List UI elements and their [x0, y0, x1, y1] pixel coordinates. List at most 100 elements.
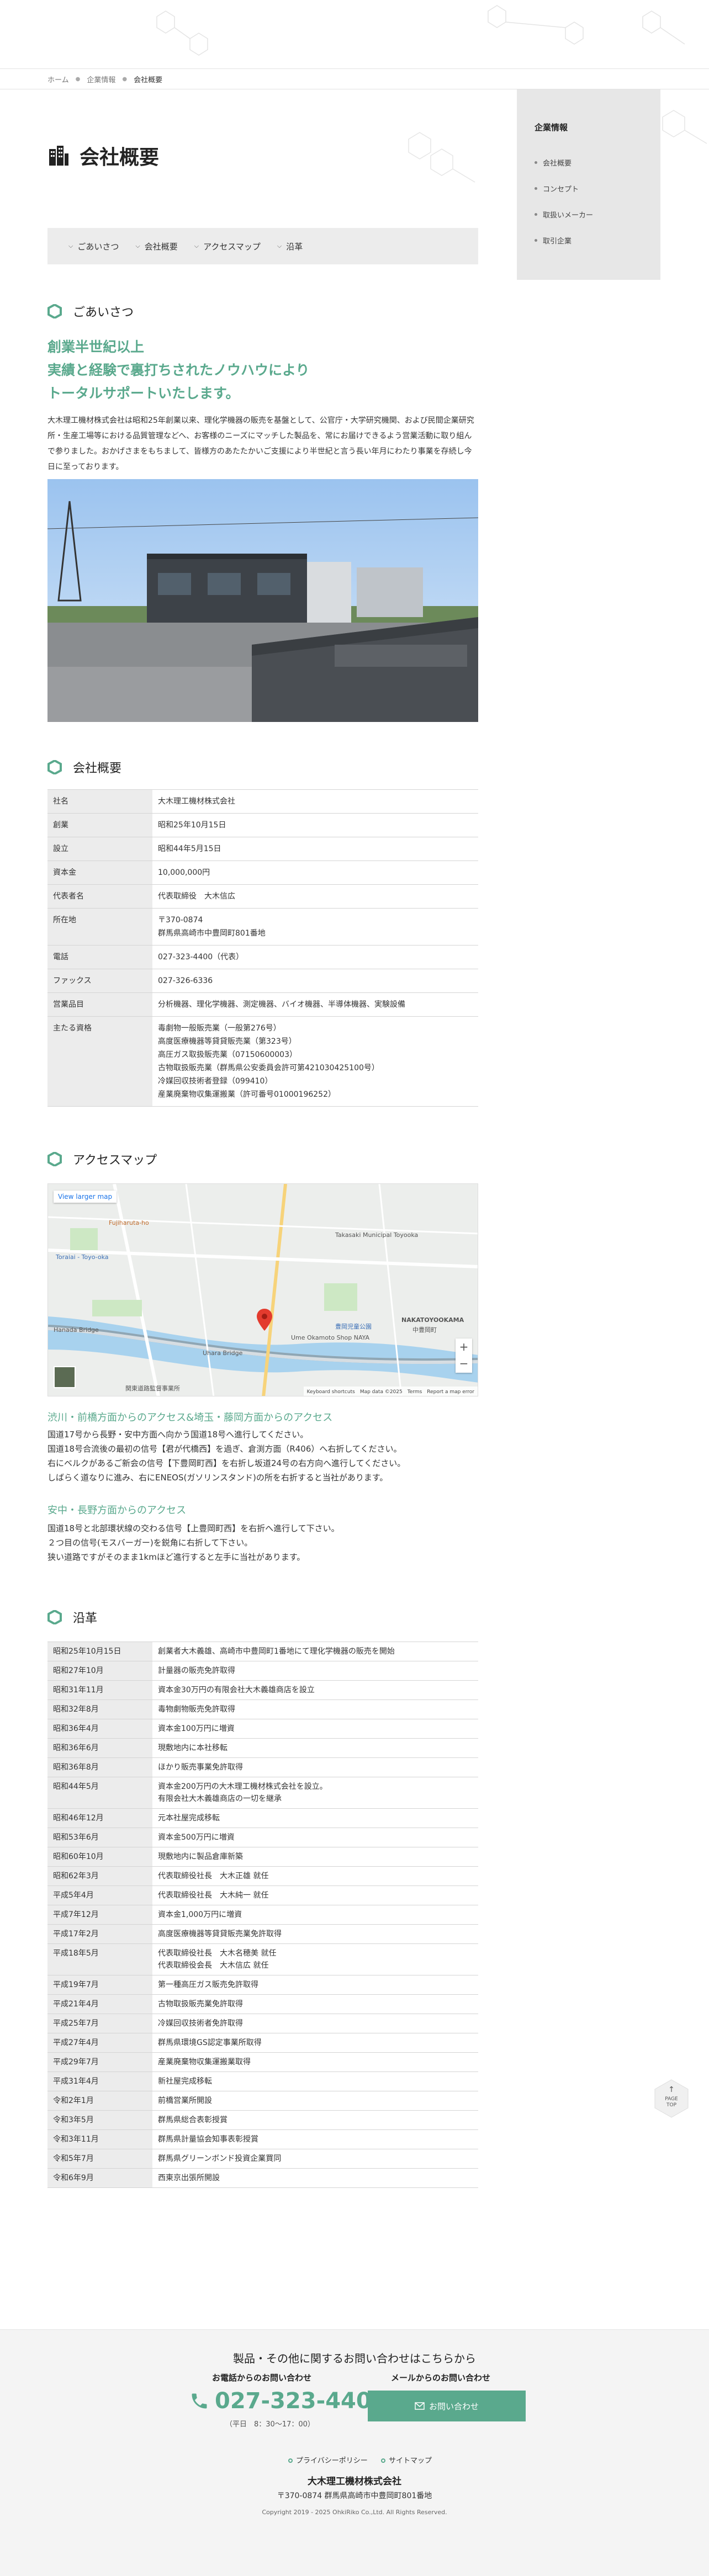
table-row: 創業 昭和25年10月15日 — [47, 813, 478, 837]
table-row: 所在地 〒370-0874 群馬県高崎市中豊岡町801番地 — [47, 908, 478, 946]
zoom-in-button[interactable]: + — [456, 1339, 472, 1356]
anchor-greeting[interactable]: ⌵ ごあいさつ — [68, 241, 119, 252]
history-event-line: 産業廃棄物収集運搬業取得 — [158, 2058, 251, 2067]
history-date: 平成27年4月 — [47, 2033, 152, 2053]
history-date: 平成29年7月 — [47, 2052, 152, 2072]
greeting-catchcopy: 創業半世紀以上 実績と経験で裏打ちされたノウハウにより トータルサポートいたしま… — [47, 336, 310, 405]
table-row: 設立 昭和44年5月15日 — [47, 837, 478, 861]
page-top-line: PAGE — [665, 2096, 678, 2102]
bullet-icon — [535, 161, 537, 164]
sitemap-link[interactable]: サイトマップ — [389, 2457, 432, 2465]
history-date: 令和5年7月 — [47, 2149, 152, 2169]
history-date: 平成7年12月 — [47, 1905, 152, 1925]
anchor-access[interactable]: ⌵ アクセスマップ — [194, 241, 261, 252]
route2-heading: 安中・長野方面からのアクセス — [47, 1505, 187, 1516]
table-row: 令和2年1月 前橋営業所開設 — [47, 2091, 478, 2111]
table-row: 平成25年7月 冷媒回収技術者免許取得 — [47, 2014, 478, 2033]
history-event-line: ほかり販売事業免許取得 — [158, 1763, 243, 1772]
history-event-line: 前橋営業所開設 — [158, 2096, 212, 2105]
history-table: 昭和25年10月15日 創業者大木義雄、高崎市中豊岡町1番地にて理化学機器の販売を… — [47, 1642, 478, 2188]
footer-address: 〒370-0874 群馬県高崎市中豊岡町801番地 — [277, 2492, 432, 2500]
chevron-down-icon: ⌵ — [68, 242, 73, 249]
history-event-line: 資本金100万円に増資 — [158, 1724, 235, 1733]
table-row: ファックス 027-326-6336 — [47, 969, 478, 993]
table-row: 平成18年5月 代表取締役社長 大木名穂美 就任 代表取締役会長 大木信広 就任 — [47, 1943, 478, 1975]
history-event-line: 群馬県計量協会知事表彰授賞 — [158, 2135, 258, 2144]
table-row: 昭和36年6月 現敷地内に本社移転 — [47, 1738, 478, 1758]
history-event-line: 有限会社大木義雄商店の一切を継承 — [158, 1794, 282, 1803]
mail-label: メールからのお問い合わせ — [391, 2373, 491, 2383]
history-date: 昭和44年5月 — [47, 1777, 152, 1809]
breadcrumb-separator: ● — [75, 76, 81, 82]
table-row: 平成19年7月 第一種高圧ガス販売免許取得 — [47, 1975, 478, 1995]
breadcrumb-home[interactable]: ホーム — [47, 74, 69, 84]
table-row: 平成5年4月 代表取締役社長 大木純一 就任 — [47, 1885, 478, 1905]
tel-label: お電話からのお問い合わせ — [212, 2373, 312, 2383]
history-date: 昭和36年6月 — [47, 1738, 152, 1758]
breadcrumb-separator: ● — [122, 76, 128, 82]
sidebar-item-overview[interactable]: 会社概要 — [535, 157, 643, 168]
route-line: 国道17号から長野・安中方面へ向かう国道18号へ進行してください。 — [47, 1430, 309, 1440]
history-date: 平成18年5月 — [47, 1943, 152, 1975]
sidebar-title: 企業情報 — [535, 123, 568, 132]
google-map[interactable]: View larger map Fujiharuta-ho Toraiai - … — [47, 1183, 478, 1396]
map-footer-item[interactable]: Terms — [408, 1389, 422, 1395]
map-canvas — [48, 1184, 478, 1396]
contact-button[interactable]: お問い合わせ — [368, 2391, 526, 2421]
history-event: 代表取締役社長 大木純一 就任 — [152, 1885, 478, 1905]
history-event: 群馬県計量協会知事表彰授賞 — [152, 2129, 478, 2149]
history-date: 昭和32年8月 — [47, 1699, 152, 1719]
map-footer-item: Map data ©2025 — [359, 1389, 403, 1395]
location-pin-icon[interactable] — [257, 1309, 272, 1331]
map-footer-item[interactable]: Keyboard shortcuts — [307, 1389, 355, 1395]
anchor-overview[interactable]: ⌵ 会社概要 — [135, 241, 177, 252]
table-row: 昭和62年3月 代表取締役社長 大木正雄 就任 — [47, 1866, 478, 1886]
molecule-pattern-top — [156, 5, 685, 56]
history-date: 昭和25年10月15日 — [47, 1642, 152, 1661]
anchor-history[interactable]: ⌵ 沿革 — [277, 241, 303, 252]
page-top-button[interactable]: ↑ PAGE TOP — [652, 2079, 691, 2118]
map-thumbnail[interactable] — [54, 1366, 76, 1388]
sidebar-item-makers[interactable]: 取扱いメーカー — [535, 209, 643, 220]
history-event-line: 元本社屋完成移転 — [158, 1814, 220, 1823]
history-event-line: 代表取締役社長 大木純一 就任 — [158, 1891, 269, 1900]
history-event: 群馬県環境GS認定事業所取得 — [152, 2033, 478, 2053]
table-row: 昭和46年12月 元本社屋完成移転 — [47, 1808, 478, 1828]
sidebar-item-concept[interactable]: コンセプト — [535, 183, 643, 194]
tel-number[interactable]: 027-323-4400 — [189, 2388, 387, 2414]
table-row: 代表者名 代表取締役 大木信広 — [47, 884, 478, 909]
history-event: 冷媒回収技術者免許取得 — [152, 2014, 478, 2033]
sidebar-item-clients[interactable]: 取引企業 — [535, 235, 643, 246]
history-date: 平成31年4月 — [47, 2072, 152, 2091]
table-value: 昭和25年10月15日 — [152, 813, 478, 837]
history-event-line: 冷媒回収技術者免許取得 — [158, 2019, 243, 2028]
hexagon-icon — [47, 304, 62, 318]
chevron-down-icon: ⌵ — [194, 242, 199, 249]
history-event: 資本金30万円の有限会社大木義雄商店を設立 — [152, 1680, 478, 1700]
anchor-label: 沿革 — [286, 241, 303, 252]
table-row: 昭和31年11月 資本金30万円の有限会社大木義雄商店を設立 — [47, 1680, 478, 1700]
breadcrumb-corporate[interactable]: 企業情報 — [87, 74, 115, 84]
zoom-out-button[interactable]: − — [456, 1356, 472, 1373]
map-footer-item[interactable]: Report a map error — [427, 1389, 474, 1395]
map-view-larger-link[interactable]: View larger map — [54, 1191, 117, 1203]
history-event: 第一種高圧ガス販売免許取得 — [152, 1975, 478, 1995]
table-row: 平成31年4月 新社屋完成移転 — [47, 2072, 478, 2091]
history-event-line: 現敷地内に製品倉庫新築 — [158, 1852, 243, 1861]
map-label: Ume Okamoto Shop NAYA — [291, 1334, 370, 1341]
privacy-policy-link[interactable]: プライバシーポリシー — [296, 2457, 368, 2465]
history-event-line: 創業者大木義雄、高崎市中豊岡町1番地にて理化学機器の販売を開始 — [158, 1647, 395, 1656]
route1-heading: 渋川・前橋方面からのアクセス&埼玉・藤岡方面からのアクセス — [47, 1412, 333, 1424]
history-event: 高度医療機器等貸貸販売業免許取得 — [152, 1924, 478, 1944]
table-value: 毒劇物一般販売業（一般第276号） 高度医療機器等貸貸販売業（第323号） 高圧… — [152, 1016, 478, 1107]
history-date: 令和3年11月 — [47, 2129, 152, 2149]
footer-links: プライバシーポリシー サイトマップ — [0, 2455, 709, 2465]
history-event-line: 計量器の販売免許取得 — [158, 1666, 235, 1675]
table-value: 〒370-0874 群馬県高崎市中豊岡町801番地 — [152, 908, 478, 946]
catch-line: 創業半世紀以上 — [47, 339, 145, 355]
address: 群馬県高崎市中豊岡町801番地 — [158, 929, 266, 938]
postal-code: 〒370-0874 — [158, 916, 203, 925]
map-label: Hanada Bridge — [54, 1326, 99, 1334]
company-building-photo — [47, 479, 478, 722]
history-event: 資本金100万円に増資 — [152, 1719, 478, 1739]
